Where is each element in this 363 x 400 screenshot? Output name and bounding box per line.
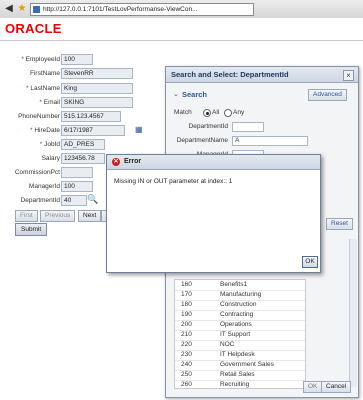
match-all-radio[interactable] bbox=[203, 109, 211, 117]
form-row: FirstName bbox=[0, 68, 60, 79]
field-label: DepartmentId bbox=[20, 197, 60, 204]
email-input[interactable]: SKING bbox=[61, 97, 133, 108]
browser-toolbar: ◀ ★ http://127.0.0.1:7101/TestLovPerform… bbox=[0, 0, 363, 19]
field-label: FirstName bbox=[30, 70, 60, 77]
back-icon[interactable]: ◀ bbox=[3, 3, 15, 15]
department-table: 160 Benefits1 170 Manufacturing 180 Constru… bbox=[174, 279, 306, 389]
error-message: Missing IN or OUT parameter at index:: 1 bbox=[114, 178, 233, 185]
error-dialog: ✕ Error Missing IN or OUT parameter at i… bbox=[106, 154, 321, 273]
field-label: * JobId bbox=[39, 141, 60, 148]
form-row: Salary bbox=[0, 153, 60, 164]
advanced-button[interactable]: Advanced bbox=[308, 89, 347, 101]
form-row: * JobId bbox=[0, 139, 60, 150]
field-label: PhoneNumber bbox=[18, 113, 60, 120]
error-icon: ✕ bbox=[112, 158, 120, 166]
collapse-icon[interactable]: ⌄ bbox=[173, 90, 179, 98]
error-title: Error bbox=[124, 158, 142, 165]
oracle-logo: ORACLE bbox=[5, 21, 62, 36]
last-name-input[interactable]: King bbox=[61, 83, 133, 94]
match-any-radio[interactable] bbox=[224, 109, 232, 117]
submit-button[interactable]: Submit bbox=[15, 223, 48, 236]
form-row: * Email bbox=[0, 97, 60, 108]
field-label: * Email bbox=[39, 99, 60, 106]
lov-ok-button[interactable]: OK bbox=[303, 381, 323, 393]
field-label: Salary bbox=[41, 155, 60, 162]
form-row: PhoneNumber bbox=[0, 111, 60, 122]
department-name-label: DepartmentName bbox=[176, 137, 228, 144]
match-any-label: Any bbox=[233, 109, 245, 116]
form-row: * HireDate bbox=[0, 125, 60, 136]
form-row: * LastName bbox=[0, 83, 60, 94]
next-button[interactable]: Next bbox=[78, 210, 102, 222]
app-header: ORACLE bbox=[0, 18, 363, 41]
field-label: * EmployeeId bbox=[21, 56, 60, 63]
field-label: * LastName bbox=[26, 85, 60, 92]
error-title-bar: ✕ Error bbox=[107, 155, 320, 170]
field-label: * HireDate bbox=[30, 127, 60, 134]
commission-input[interactable] bbox=[61, 167, 93, 178]
field-label: ManagerId bbox=[28, 183, 60, 190]
calendar-icon[interactable]: ▦ bbox=[135, 125, 144, 134]
address-bar[interactable]: http://127.0.0.1:7101/TestLovPerformanse… bbox=[30, 3, 254, 16]
reset-button[interactable]: Reset bbox=[326, 218, 353, 230]
first-button[interactable]: First bbox=[15, 210, 38, 222]
phone-input[interactable]: 515.123.4567 bbox=[61, 111, 121, 122]
close-icon[interactable]: × bbox=[343, 70, 354, 81]
search-heading[interactable]: Search bbox=[182, 90, 207, 99]
department-id-input[interactable]: 40 bbox=[61, 195, 87, 206]
manager-id-input[interactable]: 100 bbox=[61, 181, 93, 192]
match-label: Match bbox=[174, 109, 192, 116]
field-label: CommissionPct bbox=[14, 169, 60, 176]
match-all-label: All bbox=[212, 109, 220, 116]
hire-date-input[interactable]: 6/17/1987 bbox=[61, 125, 125, 136]
search-icon[interactable]: 🔍 bbox=[87, 194, 98, 204]
form-row: * EmployeeId bbox=[0, 54, 60, 65]
lov-cancel-button[interactable]: Cancel bbox=[321, 381, 352, 393]
department-id-label: DepartmentId bbox=[188, 123, 228, 130]
job-id-input[interactable]: AD_PRES bbox=[61, 139, 105, 150]
lov-title: Search and Select: DepartmentId bbox=[166, 67, 358, 83]
form-row: ManagerId bbox=[0, 181, 60, 192]
lov-department-name-input[interactable]: A bbox=[232, 136, 308, 146]
table-scrollbar[interactable] bbox=[349, 239, 357, 387]
error-ok-button[interactable]: OK bbox=[302, 256, 318, 268]
form-row: DepartmentId bbox=[0, 195, 60, 206]
url-text: http://127.0.0.1:7101/TestLovPerformanse… bbox=[43, 6, 198, 13]
lov-department-id-input[interactable] bbox=[232, 122, 264, 132]
salary-input[interactable]: 123456.78 bbox=[61, 153, 105, 164]
previous-button[interactable]: Previous bbox=[40, 210, 76, 222]
favorites-icon[interactable]: ★ bbox=[16, 3, 28, 15]
first-name-input[interactable]: StevenRR bbox=[61, 68, 133, 79]
employee-id-input[interactable]: 100 bbox=[61, 54, 93, 65]
page-icon bbox=[33, 6, 40, 13]
table-row[interactable]: 260 Recruiting bbox=[175, 380, 305, 388]
page-content: * EmployeeId 100 FirstName StevenRR * La… bbox=[0, 41, 363, 400]
form-row: CommissionPct bbox=[0, 167, 60, 178]
